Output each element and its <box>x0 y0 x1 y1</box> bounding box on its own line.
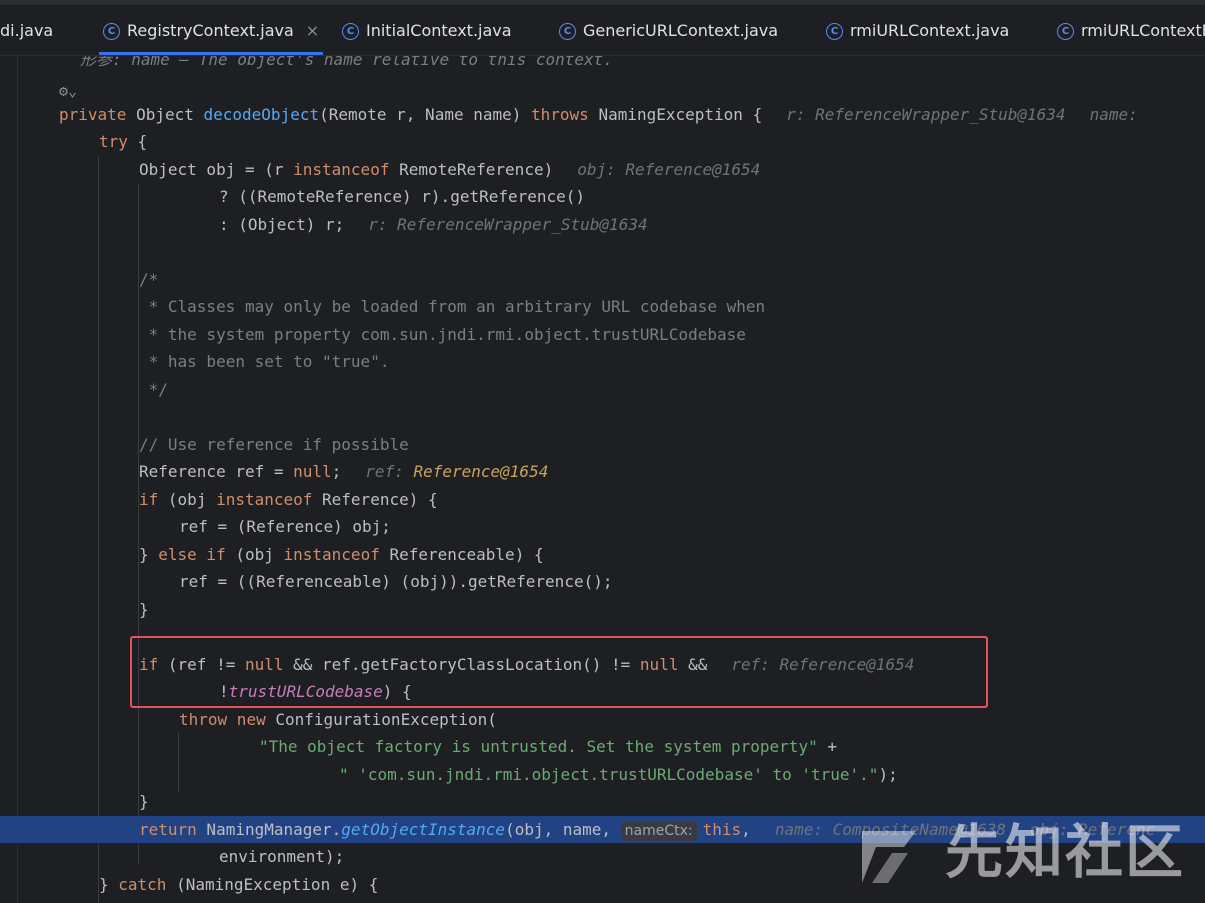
editor-tab-bar: di.java C RegistryContext.java × C InitialC… <box>0 0 1205 56</box>
code-line-comment: * Classes may only be loaded from an arb… <box>139 297 766 316</box>
code-line-decl: private Object decodeObject(Remote r, Na… <box>59 104 1148 124</box>
annotation-highlight-box <box>130 636 988 708</box>
inline-debug-value: obj: Reference@1654 <box>577 159 761 179</box>
code-line-close: } <box>139 599 149 619</box>
inline-debug-value: r: ReferenceWrapper_Stub@1634 <box>368 214 648 234</box>
code-line-obj3: : (Object) r; r: ReferenceWrapper_Stub@16… <box>219 214 648 234</box>
inline-debug-value: ref: Reference@1654 <box>365 462 549 481</box>
class-icon: C <box>342 23 359 40</box>
code-line-try: try { <box>99 132 148 151</box>
inline-debug-value: r: ReferenceWrapper_Stub@1634 <box>786 104 1066 124</box>
code-line-assign1: ref = (Reference) obj; <box>179 517 391 536</box>
class-icon: C <box>1057 23 1074 40</box>
watermark-logo-icon <box>862 831 916 883</box>
code-line-string1: "The object factory is untrusted. Set th… <box>259 737 837 756</box>
watermark-text: 先知社区 <box>944 818 1185 886</box>
tab-label: InitialContext.java <box>366 21 512 40</box>
code-line-comment: * has been set to "true". <box>139 352 390 371</box>
code-line-obj1: Object obj = (r instanceof RemoteReferen… <box>139 159 761 179</box>
code-line-comment: * the system property com.sun.jndi.rmi.o… <box>139 324 746 344</box>
close-icon[interactable]: × <box>306 21 319 40</box>
code-line-if1: if (obj instanceof Reference) { <box>139 489 438 509</box>
tab-generic-url-context[interactable]: C GenericURLContext.java <box>559 5 778 55</box>
tab-rmi-url-context[interactable]: CrmiURLContext.java <box>826 5 1009 55</box>
tab-label: rmiURLContext.java <box>850 21 1010 40</box>
code-line-assign2: ref = ((Referenceable) (obj)).getReferen… <box>179 572 613 591</box>
code-line-comment: /* <box>139 269 159 289</box>
code-line-string2: " 'com.sun.jndi.rmi.object.trustURLCodeb… <box>339 764 898 784</box>
code-editor[interactable]: 形参: name – The object's name relative to… <box>0 56 1205 903</box>
code-line-comment: // Use reference if possible <box>139 434 409 454</box>
class-icon: C <box>826 23 843 40</box>
tab-rmi-url-context-factory[interactable]: CrmiURLContextF <box>1057 5 1205 55</box>
code-line-ref: Reference ref = null; ref: Reference@1654 <box>139 462 549 481</box>
tab-label: GenericURLContext.java <box>583 21 779 40</box>
code-line-doc: 形参: name – The object's name relative to… <box>80 56 613 69</box>
code-line-elseif: } else if (obj instanceof Referenceable)… <box>139 544 544 564</box>
parameter-hint: nameCtx: <box>620 820 697 841</box>
code-line-comment: */ <box>139 379 168 399</box>
tab-label: di.java <box>0 21 54 40</box>
tab-initial-context[interactable]: C InitialContext.java <box>342 5 512 55</box>
tab-label: RegistryContext.java <box>127 21 294 40</box>
code-line-obj2: ? ((RemoteReference) r).getReference() <box>219 187 586 206</box>
tab-label: rmiURLContextF <box>1081 21 1205 40</box>
inline-debug-value: name: <box>1089 104 1148 124</box>
tab-di-java[interactable]: di.java <box>0 5 53 55</box>
class-icon: C <box>103 23 120 40</box>
tab-registry-context[interactable]: C RegistryContext.java × <box>98 5 324 55</box>
class-icon: C <box>559 23 576 40</box>
code-line-throw: throw new ConfigurationException( <box>179 709 497 729</box>
